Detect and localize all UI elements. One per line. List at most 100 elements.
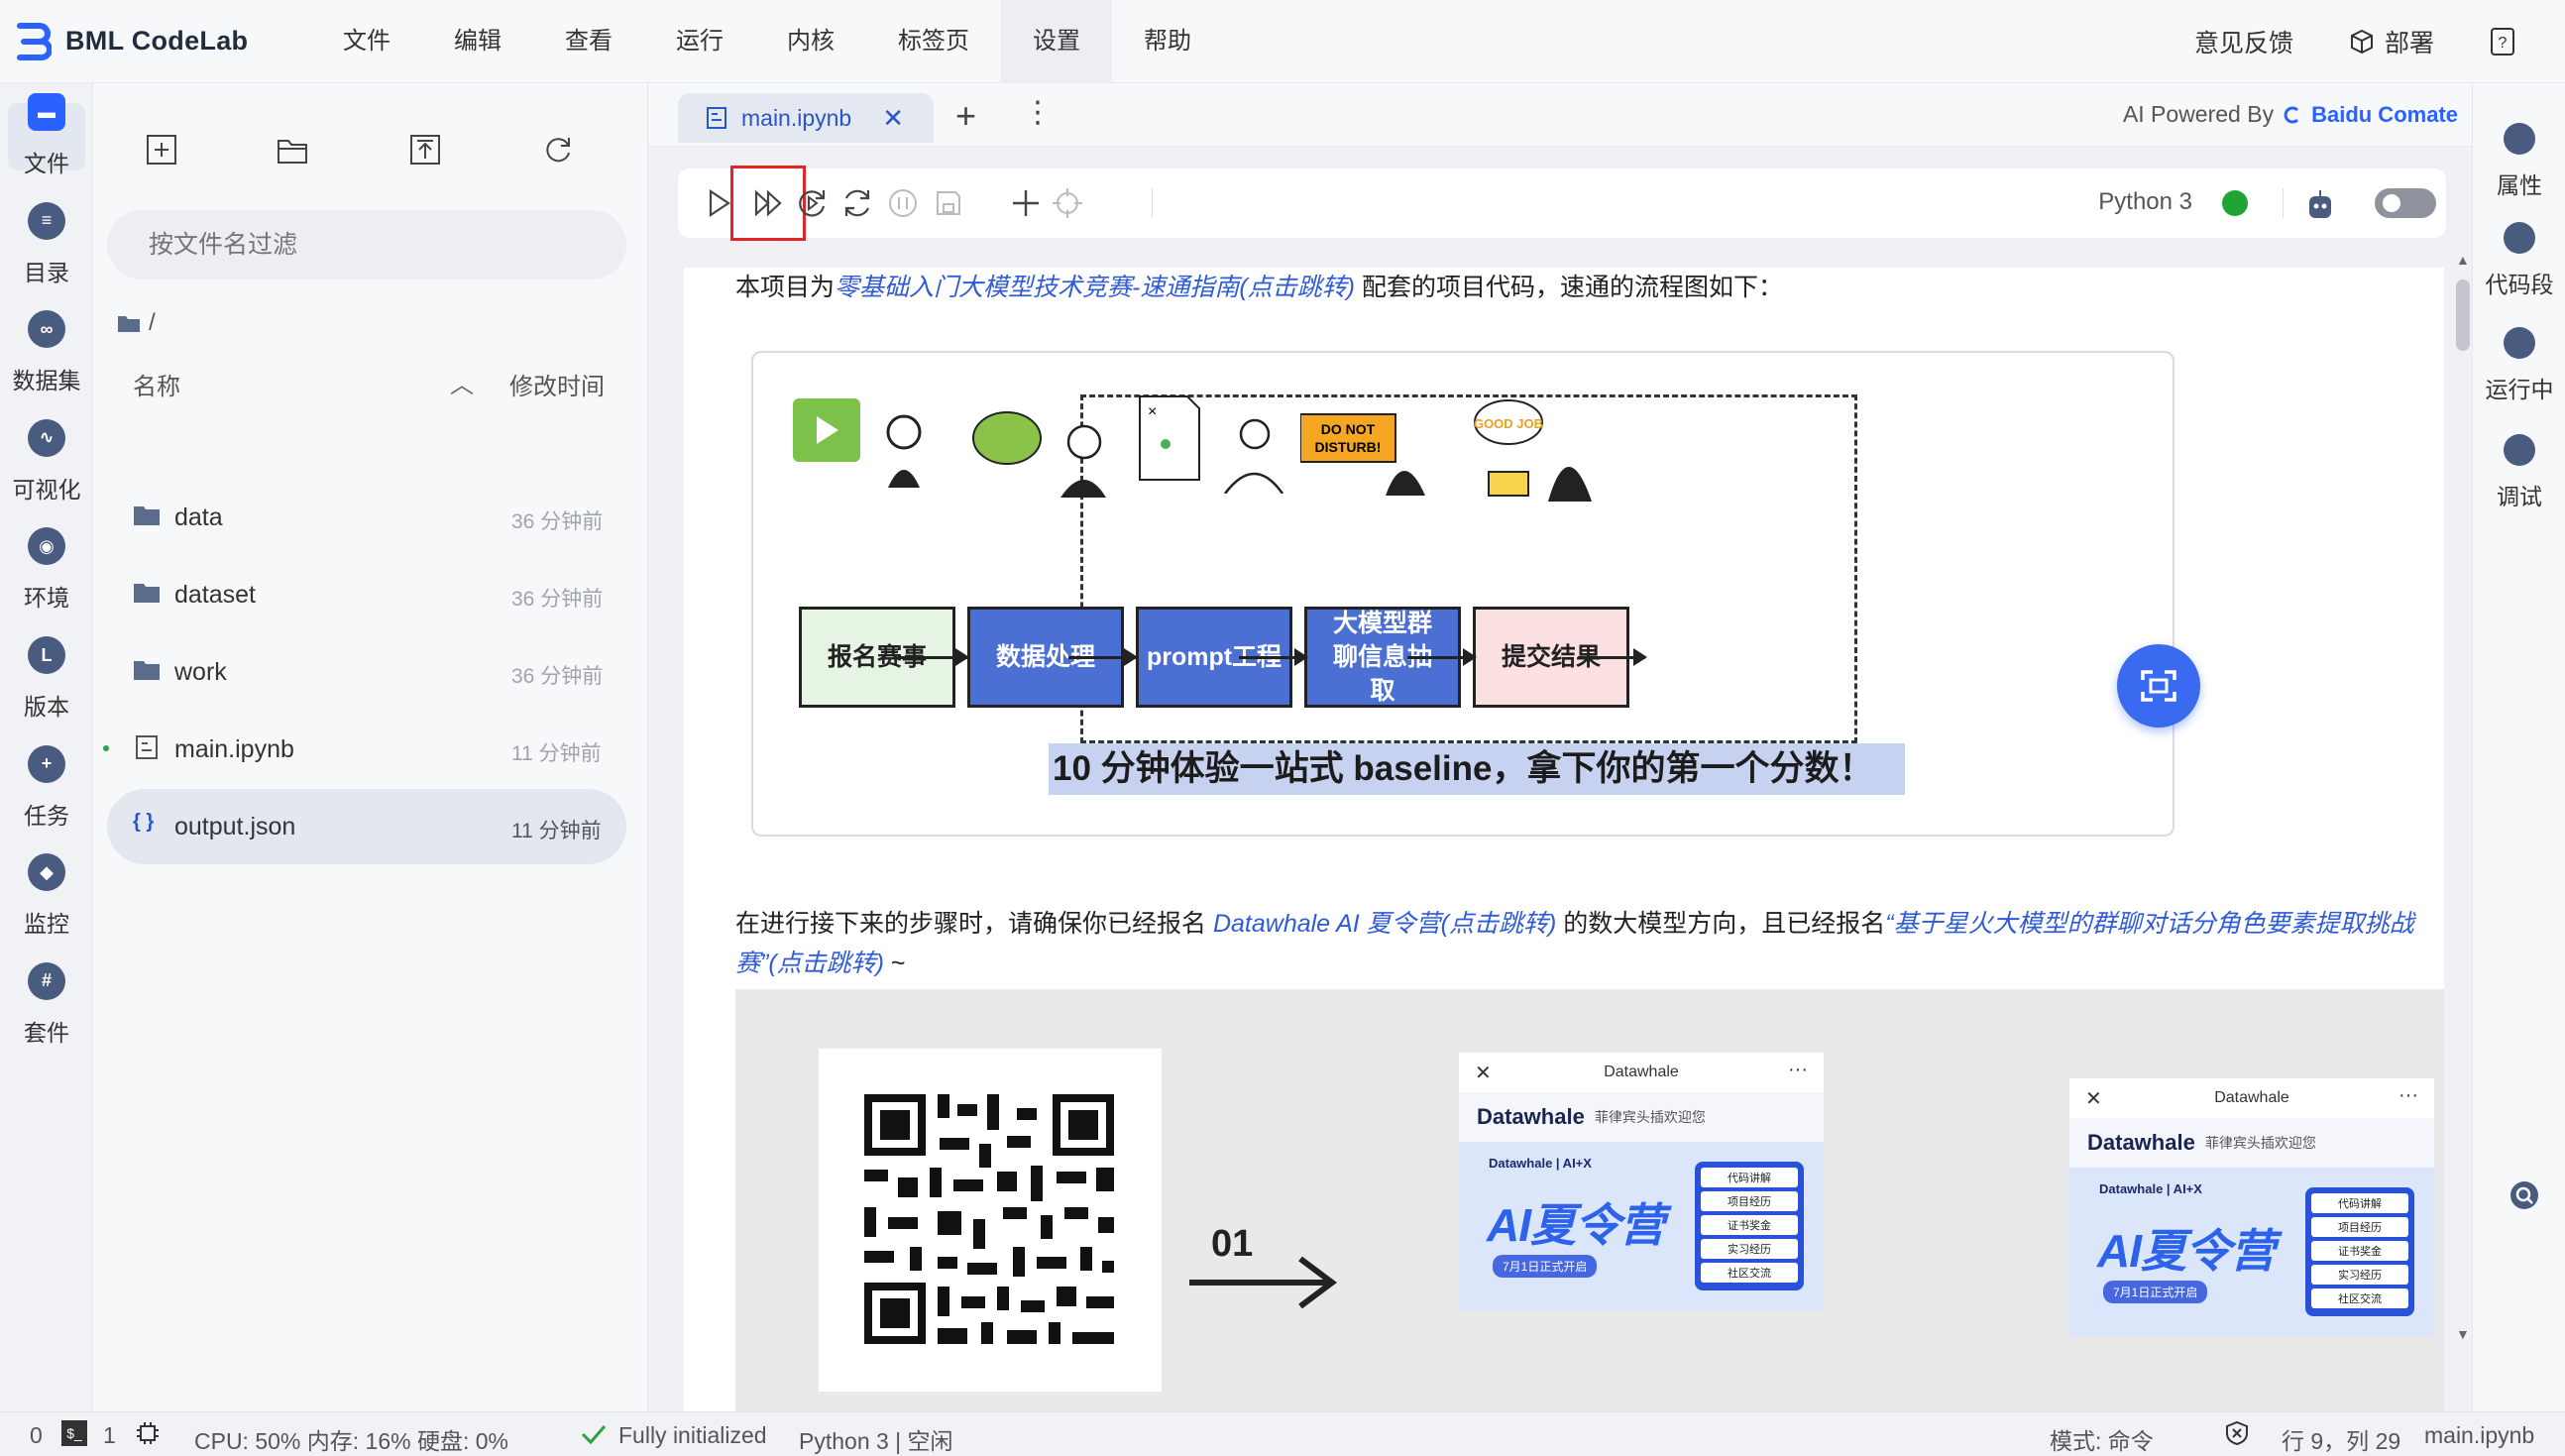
scroll-up-icon[interactable]: ▲ xyxy=(2456,252,2470,268)
sidebar-item-label: 文件 xyxy=(24,151,69,176)
folder-icon xyxy=(134,661,160,680)
right-sidebar: 属性代码段运行中调试 xyxy=(2472,83,2565,1411)
ai-toggle-switch[interactable] xyxy=(2375,188,2436,218)
sort-chevron-up-icon[interactable]: ︿ xyxy=(450,365,474,399)
sidebar-item-label: 任务 xyxy=(24,802,69,829)
banner-menu-item: 项目经历 xyxy=(2311,1217,2408,1237)
save-icon[interactable] xyxy=(930,184,967,222)
file-row[interactable]: work 36 分钟前 xyxy=(107,634,626,710)
sidebar-item-dataset[interactable]: ∞ 数据集 xyxy=(0,310,93,395)
sidebar-item-task[interactable]: + 任务 xyxy=(0,744,93,831)
file-name: dataset xyxy=(174,581,257,609)
scrollbar-thumb[interactable] xyxy=(2456,280,2470,351)
status-count-terminals[interactable]: 0 xyxy=(30,1422,43,1449)
search-assist-icon[interactable] xyxy=(2509,1179,2540,1211)
file-list-header: 名称 ︿ 修改时间 xyxy=(133,353,628,408)
shield-icon[interactable] xyxy=(2224,1420,2250,1446)
file-modified-time: 36 分钟前 xyxy=(511,588,604,611)
file-modified-time: 11 分钟前 xyxy=(511,742,602,765)
more-vertical-icon[interactable]: ⋮ xyxy=(1023,95,1053,130)
sidebar-item-environment[interactable]: ◉ 环境 xyxy=(0,527,93,613)
new-file-icon[interactable] xyxy=(145,133,178,167)
right-sidebar-item-snippet[interactable]: 代码段 xyxy=(2473,222,2565,299)
file-row[interactable]: { } output.json 11 分钟前 xyxy=(107,789,626,864)
menu-item[interactable]: 标签页 xyxy=(866,0,1001,83)
kernel-status[interactable]: Python 3 | 空闲 xyxy=(799,1422,953,1456)
sidebar-item-folder[interactable]: ▬ 文件 xyxy=(0,93,93,178)
feedback-link[interactable]: 意见反馈 xyxy=(2194,24,2293,59)
sidebar-item-list[interactable]: ≡ 目录 xyxy=(0,201,93,287)
monitor-icon: ◆ xyxy=(28,853,65,892)
toolbar-divider xyxy=(1152,188,1153,218)
signup-illustration xyxy=(793,398,922,488)
menu-item[interactable]: 设置 xyxy=(1001,0,1112,83)
kernel-name[interactable]: Python 3 xyxy=(2098,188,2192,216)
current-filename: main.ipynb xyxy=(2424,1422,2535,1448)
column-modified-time[interactable]: 修改时间 xyxy=(509,367,605,401)
new-folder-icon[interactable] xyxy=(276,133,309,167)
column-name[interactable]: 名称 xyxy=(133,367,180,401)
file-filter-input[interactable] xyxy=(107,210,626,280)
banner-title: AI夏令营 xyxy=(1487,1199,1665,1251)
upload-icon[interactable] xyxy=(408,133,442,167)
refresh-icon[interactable] xyxy=(541,133,575,167)
scroll-down-icon[interactable]: ▼ xyxy=(2456,1326,2470,1342)
file-row[interactable]: dataset 36 分钟前 xyxy=(107,557,626,632)
add-cell-icon[interactable] xyxy=(1007,184,1045,222)
tab-main-ipynb[interactable]: main.ipynb ✕ xyxy=(678,93,934,143)
sidebar-item-label: 版本 xyxy=(24,694,69,720)
run-cell-icon[interactable] xyxy=(700,184,737,222)
status-bar: 0 $_ 1 CPU: 50% 内存: 16% 硬盘: 0% Fully ini… xyxy=(0,1411,2565,1456)
debug-icon xyxy=(2504,434,2535,466)
left-activity-bar: ▬ 文件 ≡ 目录 ∞ 数据集 ∿ 可视化 ◉ 环境 L 版本 + 任务 ◆ 监控 # 套件 xyxy=(0,83,93,1411)
ai-powered-badge[interactable]: AI Powered By Baidu Comate xyxy=(2123,101,2458,128)
file-row[interactable]: main.ipynb 11 分钟前 xyxy=(103,712,626,787)
competition-guide-link[interactable]: 零基础入门大模型技术竞赛-速通指南(点击跳转) xyxy=(835,274,1355,301)
vertical-scrollbar[interactable]: ▲ ▼ xyxy=(2456,252,2470,1342)
menu-item[interactable]: 运行 xyxy=(644,0,755,83)
bml-logo-icon xyxy=(17,22,52,60)
run-all-icon[interactable] xyxy=(730,166,806,241)
menu-item[interactable]: 文件 xyxy=(311,0,422,83)
menu-item[interactable]: 内核 xyxy=(755,0,866,83)
help-button[interactable]: ? xyxy=(2490,27,2515,56)
breadcrumb[interactable]: / xyxy=(117,309,156,337)
add-tab-button[interactable]: + xyxy=(955,95,976,137)
ai-brand: Baidu Comate xyxy=(2311,101,2458,127)
sidebar-item-suite[interactable]: # 套件 xyxy=(0,961,93,1048)
file-row[interactable]: data 36 分钟前 xyxy=(107,480,626,555)
app-logo[interactable]: BML CodeLab xyxy=(14,22,311,61)
interrupt-icon[interactable] xyxy=(884,184,922,222)
restart-run-icon[interactable] xyxy=(793,184,831,222)
celebration-illustration: GOOD JOB xyxy=(1474,399,1592,502)
sidebar-item-version[interactable]: L 版本 xyxy=(0,636,93,722)
snippet-icon xyxy=(2504,222,2535,254)
sidebar-item-monitor[interactable]: ◆ 监控 xyxy=(0,853,93,939)
robot-icon[interactable] xyxy=(2301,186,2339,224)
notebook-toolbar: Python 3 xyxy=(678,166,2446,241)
qr-code-graphic xyxy=(864,1094,1114,1344)
right-sidebar-item-debug[interactable]: 调试 xyxy=(2473,434,2565,511)
deploy-button[interactable]: 部署 xyxy=(2349,24,2434,59)
floating-action-button[interactable] xyxy=(2117,644,2200,728)
summer-camp-link[interactable]: Datawhale AI 夏令营(点击跳转) xyxy=(1213,910,1556,938)
phone-screenshot: ✕ Datawhale ··· Datawhale 菲律宾头插欢迎您 Datawhal… xyxy=(1459,1053,1824,1310)
app-title: BML CodeLab xyxy=(65,26,249,56)
menu-item[interactable]: 帮助 xyxy=(1112,0,1223,83)
locate-icon[interactable] xyxy=(1049,184,1086,222)
piggy-bank-illustration xyxy=(972,411,1106,498)
right-sidebar-item-running[interactable]: 运行中 xyxy=(2473,327,2565,404)
right-sidebar-item-properties[interactable]: 属性 xyxy=(2473,123,2565,200)
banner-menu-item: 社区交流 xyxy=(2311,1288,2408,1308)
terminal-icon[interactable]: $_ xyxy=(61,1420,87,1446)
sidebar-item-chart[interactable]: ∿ 可视化 xyxy=(0,418,93,504)
svg-text:×: × xyxy=(1148,403,1157,420)
file-browser-panel: / 名称 ︿ 修改时间 data 36 分钟前 dataset 36 分钟前 work 3… xyxy=(93,83,648,1411)
status-count-kernels[interactable]: 1 xyxy=(103,1422,116,1449)
menu-item[interactable]: 查看 xyxy=(533,0,644,83)
close-icon[interactable]: ✕ xyxy=(882,103,904,134)
folder-icon xyxy=(118,316,140,332)
menu-item[interactable]: 编辑 xyxy=(422,0,533,83)
restart-kernel-icon[interactable] xyxy=(838,184,876,222)
file-name: output.json xyxy=(174,813,296,840)
